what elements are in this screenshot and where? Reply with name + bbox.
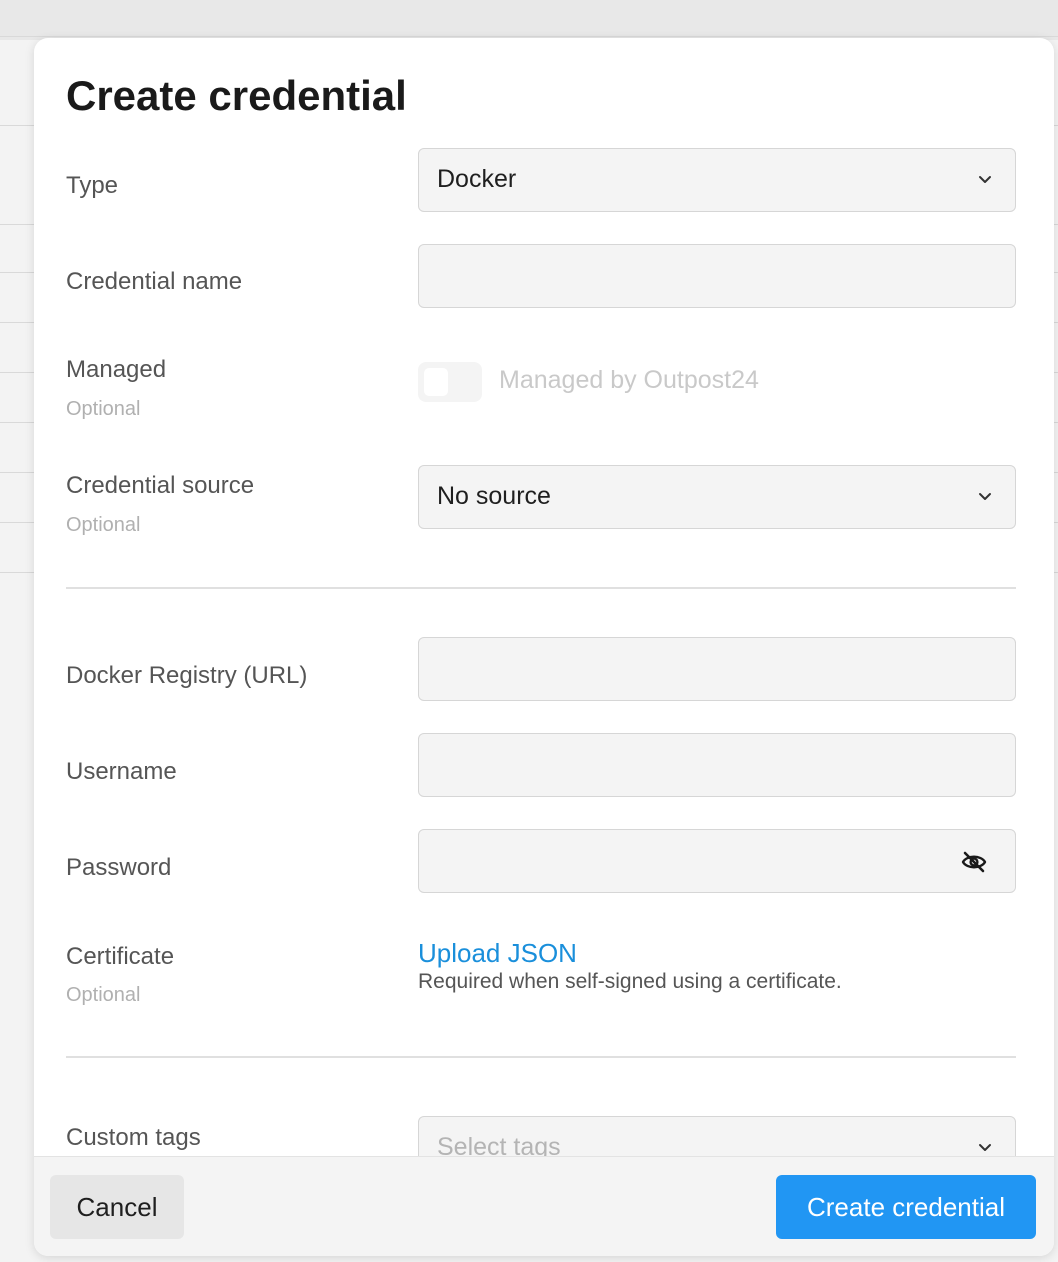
credential-name-label: Credential name	[66, 268, 243, 295]
cancel-button[interactable]: Cancel	[50, 1175, 184, 1239]
upload-json-link[interactable]: Upload JSON	[418, 938, 577, 969]
credential-source-select[interactable]: No source	[418, 465, 1016, 529]
certificate-optional-hint: Optional	[66, 984, 141, 1006]
managed-optional-hint: Optional	[66, 398, 141, 420]
dialog-title: Create credential	[66, 72, 407, 119]
chevron-down-icon	[979, 1144, 991, 1151]
username-input[interactable]	[418, 733, 1016, 797]
password-label: Password	[66, 854, 172, 881]
username-label: Username	[66, 758, 177, 785]
docker-registry-label: Docker Registry (URL)	[66, 662, 308, 689]
type-label: Type	[66, 172, 119, 199]
credential-source-optional-hint: Optional	[66, 514, 141, 536]
type-select[interactable]: Docker	[418, 148, 1016, 212]
certificate-label: Certificate	[66, 943, 175, 970]
section-divider	[66, 587, 1016, 589]
managed-toggle-label: Managed by Outpost24	[499, 366, 759, 394]
chevron-down-icon	[979, 176, 991, 183]
credential-source-value: No source	[437, 482, 551, 510]
managed-toggle-knob	[424, 368, 448, 396]
dialog-footer: Cancel Create credential	[34, 1156, 1054, 1256]
eye-off-icon[interactable]	[961, 850, 987, 874]
type-select-value: Docker	[437, 165, 517, 193]
credential-source-label: Credential source	[66, 472, 255, 499]
background-divider	[0, 36, 1058, 37]
docker-registry-input[interactable]	[418, 637, 1016, 701]
password-input[interactable]	[418, 829, 1016, 893]
create-credential-button[interactable]: Create credential	[776, 1175, 1036, 1239]
credential-name-input[interactable]	[418, 244, 1016, 308]
chevron-down-icon	[979, 493, 991, 500]
managed-label: Managed	[66, 356, 167, 383]
managed-toggle[interactable]	[418, 362, 482, 402]
certificate-helper-text: Required when self-signed using a certif…	[418, 970, 842, 993]
create-credential-dialog: Create credential Type Docker Credential…	[34, 38, 1054, 1256]
section-divider	[66, 1056, 1016, 1058]
custom-tags-label: Custom tags	[66, 1124, 201, 1151]
